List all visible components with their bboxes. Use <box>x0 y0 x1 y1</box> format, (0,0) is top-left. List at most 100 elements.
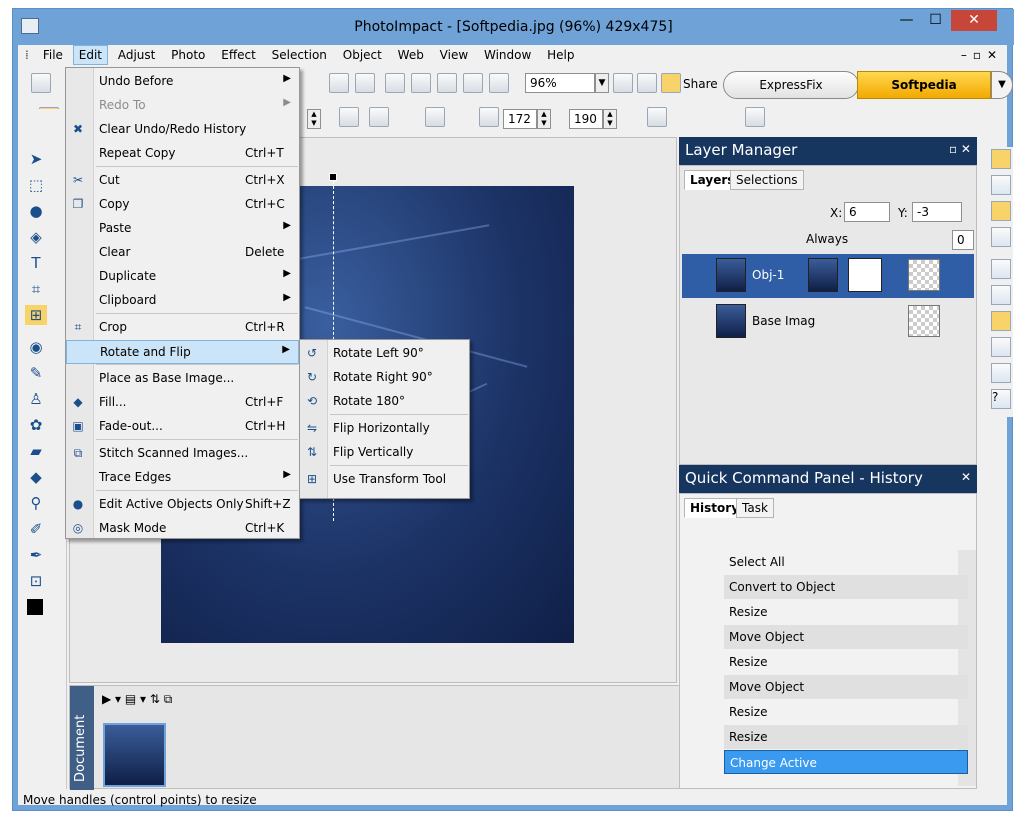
scan-icon[interactable] <box>355 73 375 93</box>
fill-tool-icon[interactable]: ◆ <box>25 467 47 487</box>
history-item[interactable]: Resize <box>724 725 968 749</box>
zoom-dropdown-icon[interactable]: ▼ <box>595 73 609 93</box>
eyedropper-tool-icon[interactable]: ✐ <box>25 519 47 539</box>
history-item[interactable]: Resize <box>724 650 968 674</box>
menu-item-place-base[interactable]: Place as Base Image... <box>66 367 299 391</box>
height-field[interactable]: 190 <box>569 109 603 129</box>
document-toolbar-icons[interactable]: ▶ ▾ ▤ ▾ ⇅ ⧉ <box>102 692 172 707</box>
minimize-button[interactable]: — <box>893 10 920 31</box>
eye-tool-icon[interactable]: ◉ <box>25 337 47 357</box>
x-field[interactable]: 6 <box>844 202 890 222</box>
clone-tool-icon[interactable]: ✿ <box>25 415 47 435</box>
panel-icon-6[interactable] <box>991 285 1011 305</box>
capture-icon[interactable] <box>329 73 349 93</box>
help-icon[interactable]: ? <box>991 389 1011 409</box>
menu-item-clipboard[interactable]: Clipboard ▶ <box>66 289 299 313</box>
menu-item-paste[interactable]: Paste ▶ <box>66 217 299 241</box>
layer-row-base[interactable]: Base Imag <box>682 300 974 344</box>
align-icon[interactable] <box>425 107 445 127</box>
mdi-controls[interactable]: –▫✕ <box>961 48 1003 62</box>
history-item[interactable]: Convert to Object <box>724 575 968 599</box>
zoom-field[interactable]: 96% <box>525 73 595 93</box>
marquee-icon[interactable] <box>647 107 667 127</box>
display-icon[interactable] <box>385 73 405 93</box>
menu-window[interactable]: Window <box>478 45 537 65</box>
document-tab[interactable]: Document <box>70 686 94 790</box>
palette-icon[interactable] <box>463 73 483 93</box>
brush-tool-icon[interactable]: ✎ <box>25 363 47 383</box>
menu-object[interactable]: Object <box>337 45 388 65</box>
submenu-flip-vertical[interactable]: ⇅ Flip Vertically <box>300 441 469 465</box>
menu-help[interactable]: Help <box>541 45 580 65</box>
select-tool-icon[interactable]: ⬚ <box>25 175 47 195</box>
merge-mode-select[interactable]: Always <box>802 230 922 250</box>
menu-effect[interactable]: Effect <box>215 45 262 65</box>
opacity-field[interactable]: 0 <box>952 230 974 250</box>
menu-item-edit-active[interactable]: ● Edit Active Objects Only Shift+Z <box>66 493 299 517</box>
history-item[interactable]: Move Object <box>724 675 968 699</box>
menu-view[interactable]: View <box>434 45 474 65</box>
maximize-button[interactable]: ☐ <box>922 10 949 31</box>
submenu-transform-tool[interactable]: ⊞ Use Transform Tool <box>300 468 469 492</box>
pen-tool-icon[interactable]: ✒ <box>25 545 47 565</box>
spin-icon[interactable]: ▲ ▼ <box>307 109 321 129</box>
panel-icon-8[interactable] <box>991 337 1011 357</box>
rotate-icon[interactable] <box>339 107 359 127</box>
softpedia-button[interactable]: Softpedia <box>857 71 991 99</box>
panel-icon-4[interactable] <box>991 227 1011 247</box>
height-spin-icon[interactable]: ▲ ▼ <box>603 109 617 129</box>
menu-item-mask-mode[interactable]: ◎ Mask Mode Ctrl+K <box>66 517 299 541</box>
menu-item-clear[interactable]: Clear Delete <box>66 241 299 265</box>
menu-file[interactable]: File <box>37 45 69 65</box>
panel-icon-9[interactable] <box>991 363 1011 383</box>
send-icon[interactable] <box>637 73 657 93</box>
panel-icon-2[interactable] <box>991 175 1011 195</box>
menu-item-clear-history[interactable]: ✖ Clear Undo/Redo History <box>66 118 299 142</box>
submenu-rotate-180[interactable]: ⟲ Rotate 180° <box>300 390 469 414</box>
menu-item-fade-out[interactable]: ▣ Fade-out... Ctrl+H <box>66 415 299 439</box>
control-point-handle[interactable] <box>329 173 337 181</box>
y-field[interactable]: -3 <box>912 202 962 222</box>
history-item[interactable]: Select All <box>724 550 968 574</box>
menu-item-stitch[interactable]: ⧉ Stitch Scanned Images... <box>66 442 299 466</box>
menu-item-cut[interactable]: ✂ Cut Ctrl+X <box>66 169 299 193</box>
transform-tool-icon[interactable]: ⊞ <box>25 305 47 325</box>
tab-selections[interactable]: Selections <box>730 170 804 190</box>
menu-item-rotate-flip[interactable]: Rotate and Flip ▶ <box>66 340 299 364</box>
menu-item-fill[interactable]: ◆ Fill... Ctrl+F <box>66 391 299 415</box>
share-button[interactable]: Share <box>683 77 718 91</box>
options-icon[interactable] <box>369 107 389 127</box>
menu-item-undo-before[interactable]: Undo Before ▶ <box>66 70 299 94</box>
menu-item-copy[interactable]: ❐ Copy Ctrl+C <box>66 193 299 217</box>
document-thumbnail[interactable] <box>103 723 166 787</box>
eraser-tool-icon[interactable]: ▰ <box>25 441 47 461</box>
menu-item-trace-edges[interactable]: Trace Edges ▶ <box>66 466 299 490</box>
width-field[interactable]: 172 <box>503 109 537 129</box>
levels-icon[interactable] <box>437 73 457 93</box>
zoom-tool-icon[interactable]: ⚲ <box>25 493 47 513</box>
foreground-color-swatch[interactable] <box>27 599 43 615</box>
brightness-icon[interactable] <box>411 73 431 93</box>
text-tool-icon[interactable]: T <box>25 253 47 273</box>
tab-task[interactable]: Task <box>736 498 774 518</box>
close-button[interactable]: ✕ <box>951 10 997 31</box>
menu-photo[interactable]: Photo <box>165 45 211 65</box>
shape-tool-icon[interactable]: ● <box>25 201 47 221</box>
history-item[interactable]: Resize <box>724 600 968 624</box>
pick-tool-icon[interactable]: ➤ <box>25 149 47 169</box>
menu-adjust[interactable]: Adjust <box>112 45 162 65</box>
history-item[interactable]: Resize <box>724 700 968 724</box>
stamp-tool-icon[interactable]: ♙ <box>25 389 47 409</box>
paint-bucket-icon[interactable]: ◈ <box>25 227 47 247</box>
fit-tool-icon[interactable]: ⊡ <box>25 571 47 591</box>
history-item-selected[interactable]: Change Active <box>724 750 968 774</box>
history-item[interactable]: Move Object <box>724 625 968 649</box>
menu-edit[interactable]: Edit <box>72 45 108 65</box>
panel-icon-3[interactable] <box>991 201 1011 221</box>
home-icon[interactable] <box>745 107 765 127</box>
new-file-icon[interactable] <box>31 73 51 93</box>
history-toggle-icon[interactable] <box>991 311 1011 331</box>
submenu-flip-horizontal[interactable]: ⇋ Flip Horizontally <box>300 417 469 441</box>
resize-icon[interactable] <box>489 73 509 93</box>
submenu-rotate-right[interactable]: ↻ Rotate Right 90° <box>300 366 469 390</box>
